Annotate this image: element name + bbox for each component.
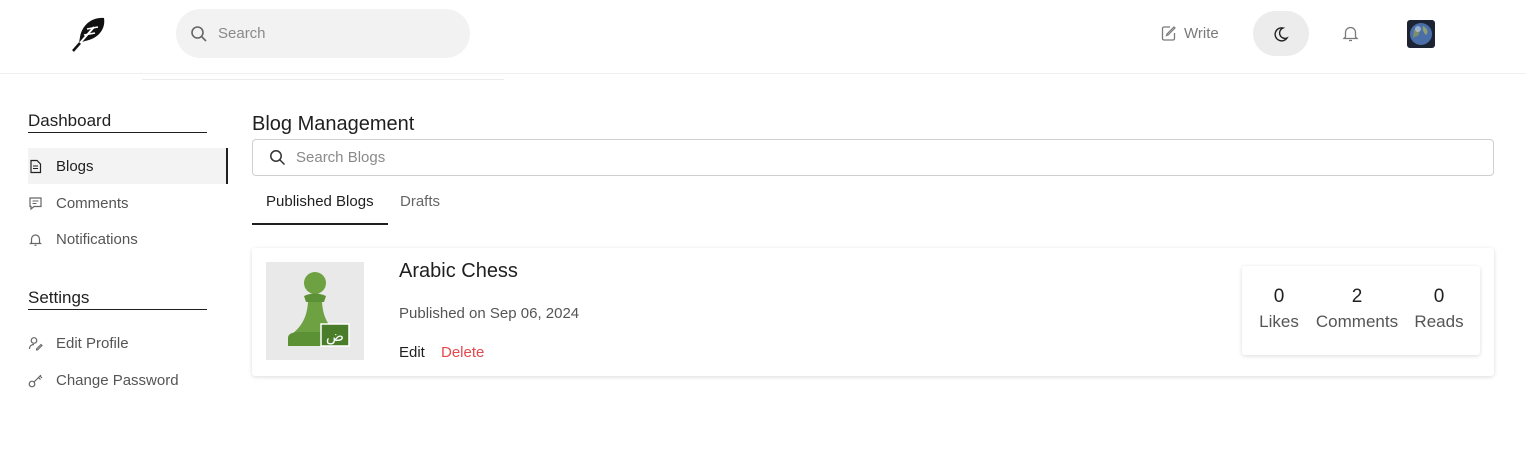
blog-card: ض Arabic Chess Published on Sep 06, 2024… <box>252 248 1494 376</box>
blog-stats: 0 Likes 2 Comments 0 Reads <box>1242 266 1480 355</box>
comment-icon <box>29 196 42 210</box>
blog-published-date: Published on Sep 06, 2024 <box>399 305 580 322</box>
page-title: Blog Management <box>252 113 415 135</box>
top-header: Write <box>0 0 1526 80</box>
stat-label: Comments <box>1315 312 1399 331</box>
settings-rule <box>28 309 207 310</box>
blog-search[interactable] <box>252 139 1494 176</box>
stat-label: Reads <box>1414 312 1464 331</box>
search-icon <box>191 25 207 42</box>
search-icon <box>270 150 286 166</box>
tab-published-blogs[interactable]: Published Blogs <box>252 190 388 225</box>
thumb-letter: ض <box>326 327 344 345</box>
avatar-image <box>1407 20 1435 48</box>
dashboard-rule <box>28 132 207 133</box>
write-button[interactable]: Write <box>1160 22 1219 44</box>
edit-button[interactable]: Edit <box>399 344 425 361</box>
blog-thumbnail[interactable]: ض <box>266 262 364 360</box>
sidebar-item-label: Notifications <box>56 230 138 248</box>
sidebar-item-label: Blogs <box>56 157 94 175</box>
key-icon <box>28 374 43 387</box>
stat-comments: 2 Comments <box>1314 286 1400 332</box>
header-search[interactable] <box>176 9 470 58</box>
sidebar-item-change-password[interactable]: Change Password <box>28 362 228 398</box>
sidebar-item-label: Change Password <box>56 371 179 389</box>
stat-likes: 0 Likes <box>1257 286 1301 332</box>
pawn-image: ض <box>288 272 350 347</box>
stat-value: 2 <box>1351 286 1363 307</box>
stat-label: Likes <box>1259 312 1299 331</box>
sidebar-item-blogs[interactable]: Blogs <box>28 148 228 184</box>
sidebar-item-edit-profile[interactable]: Edit Profile <box>28 325 228 361</box>
delete-button[interactable]: Delete <box>441 344 484 361</box>
user-avatar[interactable] <box>1407 20 1435 48</box>
stat-value: 0 <box>1273 286 1285 307</box>
sidebar-item-comments[interactable]: Comments <box>28 185 228 221</box>
divider <box>142 79 504 80</box>
write-icon <box>1161 25 1176 41</box>
settings-heading: Settings <box>28 288 90 307</box>
moon-icon <box>1274 26 1289 42</box>
stat-value: 0 <box>1433 286 1445 307</box>
theme-toggle-button[interactable] <box>1253 11 1309 56</box>
sidebar-item-label: Comments <box>56 194 129 212</box>
stat-reads: 0 Reads <box>1412 286 1466 332</box>
write-label: Write <box>1184 24 1219 42</box>
edit-profile-icon <box>28 336 43 351</box>
header-search-input[interactable] <box>218 25 438 42</box>
tab-drafts[interactable]: Drafts <box>386 190 454 225</box>
bell-icon <box>29 233 42 246</box>
sidebar-item-notifications[interactable]: Notifications <box>28 221 228 257</box>
sidebar-item-label: Edit Profile <box>56 334 129 352</box>
dashboard-heading: Dashboard <box>28 111 112 130</box>
notification-bell-icon[interactable] <box>1341 24 1360 43</box>
blog-title[interactable]: Arabic Chess <box>399 260 518 283</box>
document-icon <box>30 159 42 173</box>
feather-logo-icon[interactable] <box>70 15 110 53</box>
blog-search-input[interactable] <box>296 149 1396 166</box>
